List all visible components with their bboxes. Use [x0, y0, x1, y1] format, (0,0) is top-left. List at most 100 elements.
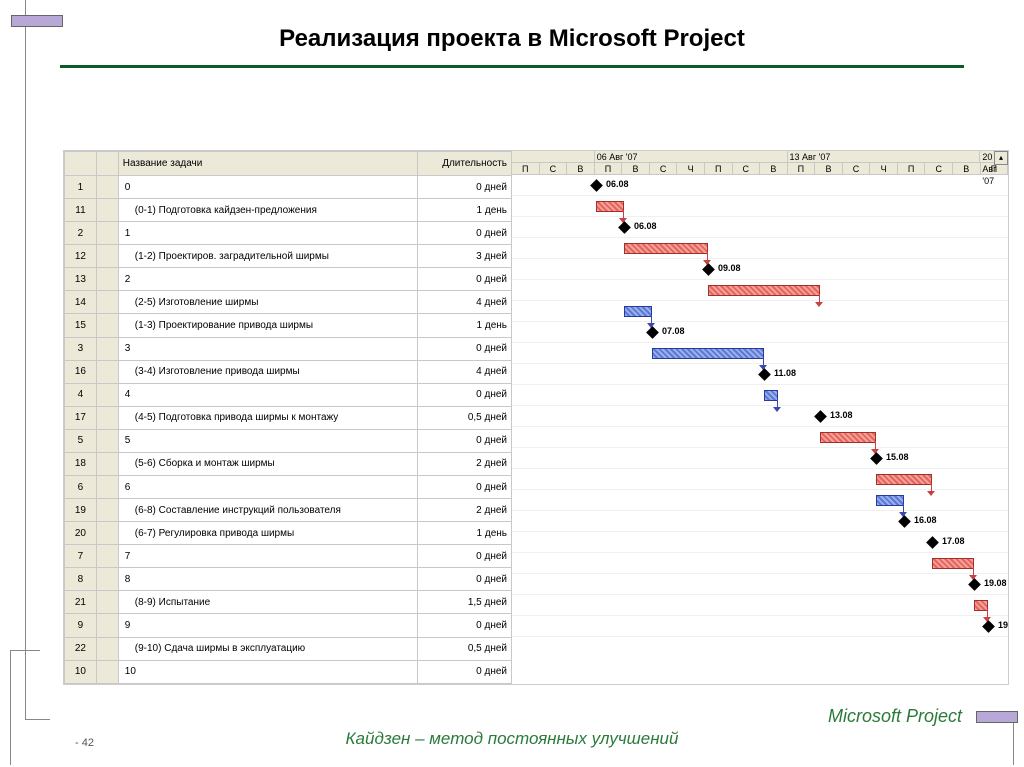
task-name-cell[interactable]: (6-8) Составление инструкций пользовател…	[118, 499, 417, 522]
task-name-cell[interactable]: 10	[118, 660, 417, 683]
table-row[interactable]: 10 10 0 дней	[65, 660, 512, 683]
task-duration-cell[interactable]: 1 день	[418, 314, 512, 337]
table-row[interactable]: 18 (5-6) Сборка и монтаж ширмы 2 дней	[65, 452, 512, 475]
task-id: 11	[65, 199, 97, 222]
task-duration-cell[interactable]: 1 день	[418, 199, 512, 222]
table-row[interactable]: 19 (6-8) Составление инструкций пользова…	[65, 499, 512, 522]
task-bar[interactable]	[596, 201, 624, 212]
table-row[interactable]: 11 (0-1) Подготовка кайдзен-предложения …	[65, 199, 512, 222]
task-name-cell[interactable]: (5-6) Сборка и монтаж ширмы	[118, 452, 417, 475]
table-row[interactable]: 22 (9-10) Сдача ширмы в эксплуатацию 0,5…	[65, 637, 512, 660]
task-duration-cell[interactable]: 0 дней	[418, 383, 512, 406]
task-bar[interactable]	[974, 600, 988, 611]
milestone-icon[interactable]	[898, 515, 911, 528]
task-name-cell[interactable]: 2	[118, 268, 417, 291]
table-row[interactable]: 21 (8-9) Испытание 1,5 дней	[65, 591, 512, 614]
task-name-cell[interactable]: 7	[118, 545, 417, 568]
task-duration-cell[interactable]: 0 дней	[418, 614, 512, 637]
task-name-cell[interactable]: (1-3) Проектирование привода ширмы	[118, 314, 417, 337]
task-name-cell[interactable]: (9-10) Сдача ширмы в эксплуатацию	[118, 637, 417, 660]
task-duration-cell[interactable]: 0 дней	[418, 429, 512, 452]
task-bar[interactable]	[624, 243, 708, 254]
task-duration-cell[interactable]: 0 дней	[418, 568, 512, 591]
milestone-icon[interactable]	[926, 536, 939, 549]
table-row[interactable]: 3 3 0 дней	[65, 337, 512, 360]
task-name-cell[interactable]: (0-1) Подготовка кайдзен-предложения	[118, 199, 417, 222]
task-duration-cell[interactable]: 2 дней	[418, 452, 512, 475]
task-name-cell[interactable]: 5	[118, 429, 417, 452]
task-duration-cell[interactable]: 0 дней	[418, 268, 512, 291]
task-duration-cell[interactable]: 3 дней	[418, 245, 512, 268]
milestone-icon[interactable]	[982, 620, 995, 633]
task-duration-cell[interactable]: 1 день	[418, 522, 512, 545]
table-row[interactable]: 9 9 0 дней	[65, 614, 512, 637]
task-name-cell[interactable]: 1	[118, 222, 417, 245]
col-header-id[interactable]	[65, 152, 97, 176]
task-duration-cell[interactable]: 0 дней	[418, 545, 512, 568]
task-name-cell[interactable]: 9	[118, 614, 417, 637]
task-duration-cell[interactable]: 0 дней	[418, 660, 512, 683]
gantt-row	[512, 238, 1008, 259]
task-name-cell[interactable]: (4-5) Подготовка привода ширмы к монтажу	[118, 406, 417, 429]
milestone-icon[interactable]	[814, 410, 827, 423]
task-bar[interactable]	[876, 495, 904, 506]
task-name-cell[interactable]: (8-9) Испытание	[118, 591, 417, 614]
milestone-icon[interactable]	[646, 326, 659, 339]
milestone-icon[interactable]	[702, 263, 715, 276]
table-row[interactable]: 20 (6-7) Регулировка привода ширмы 1 ден…	[65, 522, 512, 545]
table-row[interactable]: 15 (1-3) Проектирование привода ширмы 1 …	[65, 314, 512, 337]
task-duration-cell[interactable]: 0,5 дней	[418, 637, 512, 660]
table-row[interactable]: 14 (2-5) Изготовление ширмы 4 дней	[65, 291, 512, 314]
task-bar[interactable]	[764, 390, 778, 401]
table-row[interactable]: 17 (4-5) Подготовка привода ширмы к монт…	[65, 406, 512, 429]
milestone-icon[interactable]	[968, 578, 981, 591]
scroll-up-button[interactable]: ▴	[994, 151, 1008, 165]
task-name-cell[interactable]: 8	[118, 568, 417, 591]
milestone-icon[interactable]	[870, 452, 883, 465]
task-bar[interactable]	[820, 432, 876, 443]
task-bar[interactable]	[932, 558, 974, 569]
table-row[interactable]: 7 7 0 дней	[65, 545, 512, 568]
task-duration-cell[interactable]: 0 дней	[418, 337, 512, 360]
task-name-cell[interactable]: (2-5) Изготовление ширмы	[118, 291, 417, 314]
task-bar[interactable]	[876, 474, 932, 485]
milestone-icon[interactable]	[590, 179, 603, 192]
task-bar[interactable]	[652, 348, 764, 359]
milestone-label: 06.08	[606, 179, 629, 189]
task-duration-cell[interactable]: 2 дней	[418, 499, 512, 522]
task-name-cell[interactable]: 0	[118, 176, 417, 199]
task-name-cell[interactable]: (1-2) Проектиров. заградительной ширмы	[118, 245, 417, 268]
task-duration-cell[interactable]: 4 дней	[418, 360, 512, 383]
table-row[interactable]: 4 4 0 дней	[65, 383, 512, 406]
task-name-cell[interactable]: 6	[118, 476, 417, 499]
app-name-label: Microsoft Project	[828, 706, 962, 727]
gantt-body[interactable]: 06.0806.0809.0807.0811.0813.0815.0816.08…	[512, 175, 1008, 637]
task-name-cell[interactable]: 4	[118, 383, 417, 406]
table-row[interactable]: 8 8 0 дней	[65, 568, 512, 591]
day-label: В	[760, 163, 788, 174]
table-row[interactable]: 12 (1-2) Проектиров. заградительной ширм…	[65, 245, 512, 268]
task-duration-cell[interactable]: 0 дней	[418, 176, 512, 199]
task-bar[interactable]	[624, 306, 652, 317]
task-duration-cell[interactable]: 0,5 дней	[418, 406, 512, 429]
table-row[interactable]: 6 6 0 дней	[65, 476, 512, 499]
table-row[interactable]: 13 2 0 дней	[65, 268, 512, 291]
table-row[interactable]: 5 5 0 дней	[65, 429, 512, 452]
task-duration-cell[interactable]: 0 дней	[418, 222, 512, 245]
task-name-cell[interactable]: (3-4) Изготовление привода ширмы	[118, 360, 417, 383]
col-header-duration[interactable]: Длительность	[418, 152, 512, 176]
task-duration-cell[interactable]: 4 дней	[418, 291, 512, 314]
task-duration-cell[interactable]: 1,5 дней	[418, 591, 512, 614]
col-header-indicators[interactable]	[96, 152, 118, 176]
page-number: - 42	[75, 737, 94, 749]
milestone-icon[interactable]	[758, 368, 771, 381]
col-header-name[interactable]: Название задачи	[118, 152, 417, 176]
task-name-cell[interactable]: 3	[118, 337, 417, 360]
task-bar[interactable]	[708, 285, 820, 296]
table-row[interactable]: 16 (3-4) Изготовление привода ширмы 4 дн…	[65, 360, 512, 383]
task-name-cell[interactable]: (6-7) Регулировка привода ширмы	[118, 522, 417, 545]
table-row[interactable]: 1 0 0 дней	[65, 176, 512, 199]
milestone-icon[interactable]	[618, 221, 631, 234]
task-duration-cell[interactable]: 0 дней	[418, 476, 512, 499]
table-row[interactable]: 2 1 0 дней	[65, 222, 512, 245]
